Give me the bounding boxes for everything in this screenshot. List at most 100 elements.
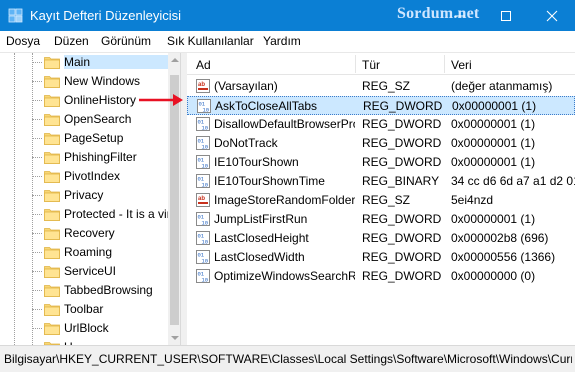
menu-sik-kullanilanlar[interactable]: Sık Kullanılanlar [167, 34, 254, 48]
value-data: 0x00000001 (1) [451, 117, 536, 131]
value-data: 0x00000556 (1366) [451, 250, 556, 264]
tree-item[interactable]: Toolbar [0, 300, 168, 319]
column-header-data[interactable]: Veri [451, 53, 472, 75]
value-type: REG_SZ [362, 79, 411, 93]
tree-connector [32, 290, 42, 291]
value-name: OptimizeWindowsSearchResults [214, 269, 355, 283]
menu-yardim[interactable]: Yardım [263, 34, 301, 48]
tree-item-label: Main [64, 55, 168, 69]
tree-item-label: New Windows [64, 74, 141, 88]
scroll-up-icon[interactable] [171, 58, 179, 62]
close-button[interactable] [529, 0, 575, 31]
value-type: REG_DWORD [362, 269, 442, 283]
scroll-down-icon[interactable] [171, 336, 179, 340]
tree-item[interactable]: U [0, 338, 168, 345]
column-divider[interactable] [355, 55, 356, 73]
tree-connector [32, 252, 42, 253]
value-data: 0x00000000 (0) [451, 269, 536, 283]
value-row[interactable]: 0110 OptimizeWindowsSearchResults REG_DWOR… [187, 267, 575, 286]
value-type: REG_DWORD [362, 136, 442, 150]
value-name: DisallowDefaultBrowserPrompt [214, 117, 355, 131]
value-row[interactable]: ab ImageStoreRandomFolder REG_SZ 5ei4nzd [187, 191, 575, 210]
value-data: 5ei4nzd [451, 193, 494, 207]
tree-item[interactable]: Protected - It is a virtual [0, 205, 168, 224]
folder-icon [44, 76, 60, 88]
binary-value-icon: 0110 [196, 269, 210, 283]
tree-item[interactable]: Roaming [0, 243, 168, 262]
menu-gorunum[interactable]: Görünüm [101, 34, 151, 48]
tree-item[interactable]: Recovery [0, 224, 168, 243]
value-type: REG_SZ [362, 193, 411, 207]
value-type: REG_DWORD [362, 212, 442, 226]
tree-item-label: PageSetup [64, 131, 124, 145]
menu-duzen[interactable]: Düzen [54, 34, 89, 48]
value-name: LastClosedHeight [214, 231, 309, 245]
value-row[interactable]: 01 10 DoNotTrack REG_DWORD 0x00000001 (1) [187, 134, 575, 153]
tree-connector [32, 233, 42, 234]
value-name: IE10TourShownTime [214, 174, 325, 188]
svg-text:10: 10 [202, 220, 209, 227]
minimize-button[interactable] [437, 0, 483, 31]
svg-text:10: 10 [202, 163, 209, 170]
tree-item[interactable]: TabbedBrowsing [0, 281, 168, 300]
folder-icon [44, 247, 60, 259]
tree-item[interactable]: New Windows [0, 72, 168, 91]
maximize-icon [501, 11, 511, 21]
tree-item[interactable]: Privacy [0, 186, 168, 205]
folder-icon [44, 209, 60, 221]
value-row[interactable]: 01 10 AskToCloseAllTabs REG_DWORD 0x00000001… [187, 96, 575, 115]
scroll-thumb[interactable] [170, 75, 179, 325]
tree-item[interactable]: PhishingFilter [0, 148, 168, 167]
tree-item[interactable]: UrlBlock [0, 319, 168, 338]
folder-icon [44, 323, 60, 335]
tree-item[interactable]: OpenSearch [0, 110, 168, 129]
menu-dosya[interactable]: Dosya [6, 34, 40, 48]
tree-item[interactable]: Main [0, 53, 168, 72]
tree-item-label: TabbedBrowsing [64, 283, 153, 297]
svg-text:10: 10 [202, 258, 209, 265]
value-row[interactable]: 0110 DisallowDefaultBrowserPrompt REG_DWOR… [187, 115, 575, 134]
value-name: JumpListFirstRun [214, 212, 308, 226]
value-type: REG_DWORD [362, 250, 442, 264]
tree-connector [32, 81, 42, 82]
tree-connector [32, 309, 42, 310]
status-bar: Bilgisayar\HKEY_CURRENT_USER\SOFTWARE\Cl… [0, 345, 575, 372]
value-row[interactable]: 01 10 LastClosedHeight REG_DWORD 0x000002b8 … [187, 229, 575, 248]
tree-connector [32, 328, 42, 329]
binary-value-icon: 0110 [196, 155, 210, 169]
column-header-type[interactable]: Tür [362, 53, 380, 75]
value-data: 0x00000001 (1) [451, 212, 536, 226]
svg-text:10: 10 [203, 107, 210, 114]
tree-item[interactable]: ServiceUI [0, 262, 168, 281]
value-row[interactable]: 01 10 IE10TourShownTime REG_BINARY 34 cc d6 … [187, 172, 575, 191]
value-row[interactable]: 01 10 LastClosedWidth REG_DWORD 0x00000556 (… [187, 248, 575, 267]
title-bar[interactable]: Kayıt Defteri Düzenleyicisi Sordum.net [0, 0, 575, 31]
column-header-name[interactable]: Ad [196, 53, 211, 75]
svg-text:ab: ab [198, 82, 205, 88]
folder-icon [44, 57, 60, 69]
svg-text:10: 10 [202, 125, 209, 132]
tree-connector [32, 119, 42, 120]
maximize-button[interactable] [483, 0, 529, 31]
binary-value-icon: 0110 [196, 212, 210, 226]
list-header: Ad Tür Veri [187, 53, 575, 75]
tree-connector [32, 176, 42, 177]
binary-value-icon: 0110 [197, 99, 211, 113]
value-name: LastClosedWidth [214, 250, 305, 264]
registry-path: Bilgisayar\HKEY_CURRENT_USER\SOFTWARE\Cl… [4, 352, 572, 366]
value-data: 34 cc d6 6d a7 a1 d2 01 [451, 174, 575, 188]
tree-item[interactable]: PageSetup [0, 129, 168, 148]
tree-connector [32, 62, 42, 63]
value-row[interactable]: ab (Varsayılan) REG_SZ (değer atanmamış) [187, 77, 575, 96]
red-arrow-icon [139, 94, 183, 106]
binary-value-icon: 0110 [196, 231, 210, 245]
tree-item-label: Toolbar [64, 302, 104, 316]
tree-item[interactable]: PivotIndex [0, 167, 168, 186]
tree-connector [32, 271, 42, 272]
values-list[interactable]: Ad Tür Veri ab (Varsayılan) REG_SZ (değer a… [187, 53, 575, 345]
value-row[interactable]: 01 10 JumpListFirstRun REG_DWORD 0x00000001 … [187, 210, 575, 229]
column-divider[interactable] [444, 55, 445, 73]
value-row[interactable]: 01 10 IE10TourShown REG_DWORD 0x00000001 (1) [187, 153, 575, 172]
string-value-icon: ab [196, 79, 210, 93]
value-type: REG_DWORD [362, 155, 442, 169]
